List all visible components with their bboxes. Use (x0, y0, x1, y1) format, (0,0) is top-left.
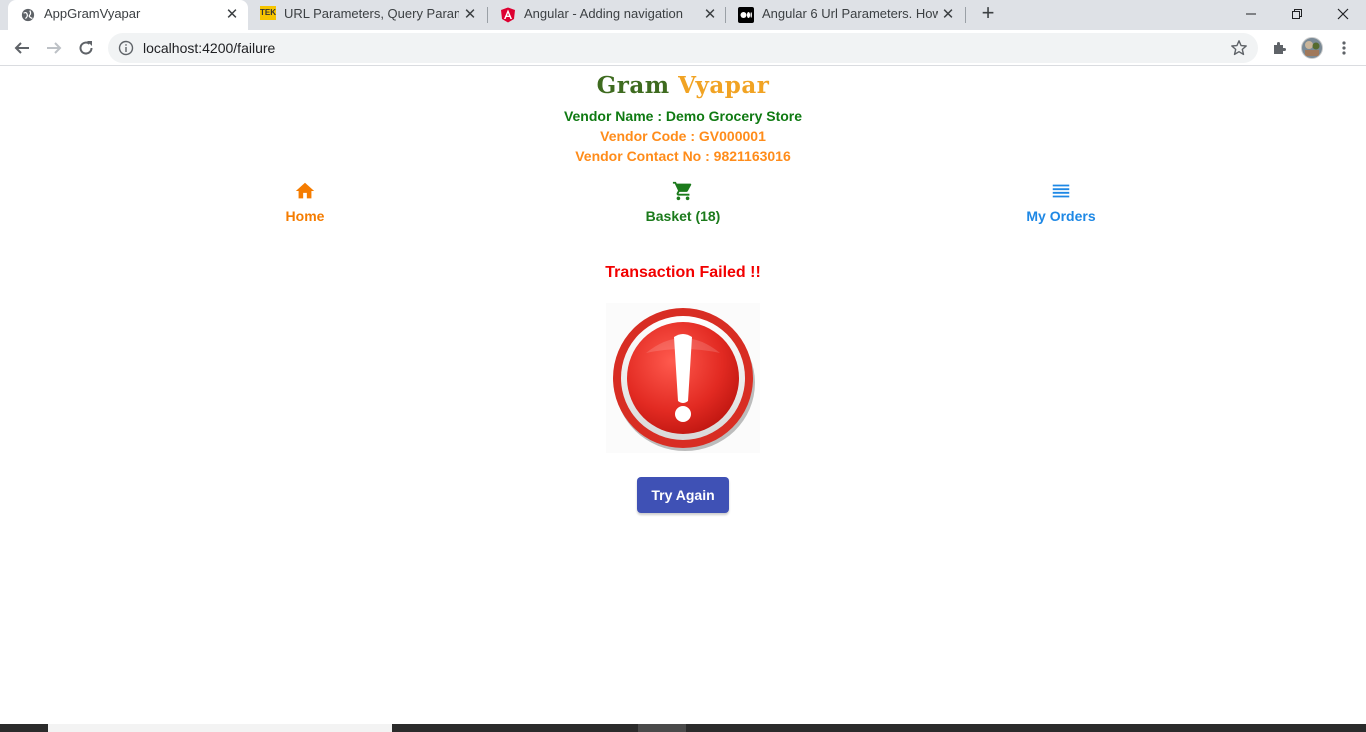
vendor-code: Vendor Code : GV000001 (600, 128, 766, 144)
info-icon[interactable] (118, 40, 134, 56)
minimize-button[interactable] (1228, 0, 1274, 28)
nav-my-orders[interactable]: My Orders (1001, 180, 1121, 224)
reload-icon (79, 41, 93, 55)
bookmark-star-icon[interactable] (1230, 39, 1248, 57)
kebab-menu-icon (1342, 41, 1346, 55)
browser-tab-url-parameters[interactable]: TEK URL Parameters, Query Paramete ✕ (248, 0, 488, 30)
tab-title: Angular 6 Url Parameters. How to (762, 6, 938, 21)
new-tab-button[interactable]: + (977, 2, 999, 25)
exclamation-alert-icon (606, 303, 760, 453)
close-icon (1337, 8, 1349, 20)
minimize-icon (1246, 13, 1256, 15)
nav-orders-label: My Orders (1026, 208, 1096, 224)
forward-button[interactable] (40, 34, 68, 62)
taskbar (0, 724, 1366, 732)
taskbar-search-box[interactable] (48, 724, 392, 732)
list-icon (1052, 184, 1070, 198)
vendor-name: Vendor Name : Demo Grocery Store (563, 108, 803, 124)
close-tab-icon[interactable]: ✕ (462, 7, 478, 23)
logo-word-vyapar: Vyapar (678, 72, 770, 99)
close-window-button[interactable] (1320, 0, 1366, 28)
medium-icon (738, 7, 754, 23)
transaction-status-text: Transaction Failed !! (605, 264, 761, 281)
close-tab-icon[interactable]: ✕ (224, 7, 240, 23)
extensions-button[interactable] (1266, 34, 1294, 62)
nav-basket[interactable]: Basket (18) (623, 180, 743, 224)
logo-word-gram: Gram (596, 72, 670, 99)
tab-title: Angular - Adding navigation (524, 6, 684, 21)
tab-title: URL Parameters, Query Paramete (284, 6, 459, 21)
browser-tab-angular6-url[interactable]: Angular 6 Url Parameters. How to ✕ (726, 0, 966, 30)
nav-basket-label: Basket (18) (645, 208, 721, 224)
try-again-button[interactable]: Try Again (637, 477, 729, 513)
close-tab-icon[interactable]: ✕ (940, 7, 956, 23)
back-button[interactable] (8, 34, 36, 62)
arrow-left-icon (14, 42, 29, 54)
tab-separator (965, 7, 966, 23)
browser-menu-button[interactable] (1330, 34, 1358, 62)
vendor-contact: Vendor Contact No : 9821163016 (575, 148, 791, 164)
tab-title: AppGramVyapar (44, 6, 141, 21)
browser-tab-appgramvyapar[interactable]: AppGramVyapar ✕ (8, 0, 248, 30)
nav-home[interactable]: Home (245, 180, 365, 224)
browser-tab-strip: AppGramVyapar ✕ TEK URL Parameters, Quer… (0, 0, 1366, 30)
avatar-icon (1301, 37, 1323, 59)
tek-icon: TEK (260, 6, 276, 20)
globe-icon (20, 7, 36, 23)
close-tab-icon[interactable]: ✕ (702, 7, 718, 23)
puzzle-icon (1274, 42, 1286, 54)
profile-avatar[interactable] (1298, 34, 1326, 62)
url-text[interactable]: localhost:4200/failure (143, 40, 275, 56)
shopping-cart-icon (672, 181, 692, 201)
gram-vyapar-logo: Gram Vyapar (0, 72, 1366, 99)
home-icon (295, 182, 315, 199)
restore-icon (1292, 9, 1302, 19)
restore-button[interactable] (1274, 0, 1320, 28)
reload-button[interactable] (72, 34, 100, 62)
nav-home-label: Home (285, 208, 325, 224)
browser-toolbar: localhost:4200/failure (0, 30, 1366, 66)
address-bar[interactable]: localhost:4200/failure (108, 33, 1258, 63)
arrow-right-icon (47, 42, 62, 54)
browser-tab-angular-navigation[interactable]: Angular - Adding navigation ✕ (488, 0, 726, 30)
angular-icon (500, 7, 516, 23)
taskbar-app-button[interactable] (638, 724, 686, 732)
